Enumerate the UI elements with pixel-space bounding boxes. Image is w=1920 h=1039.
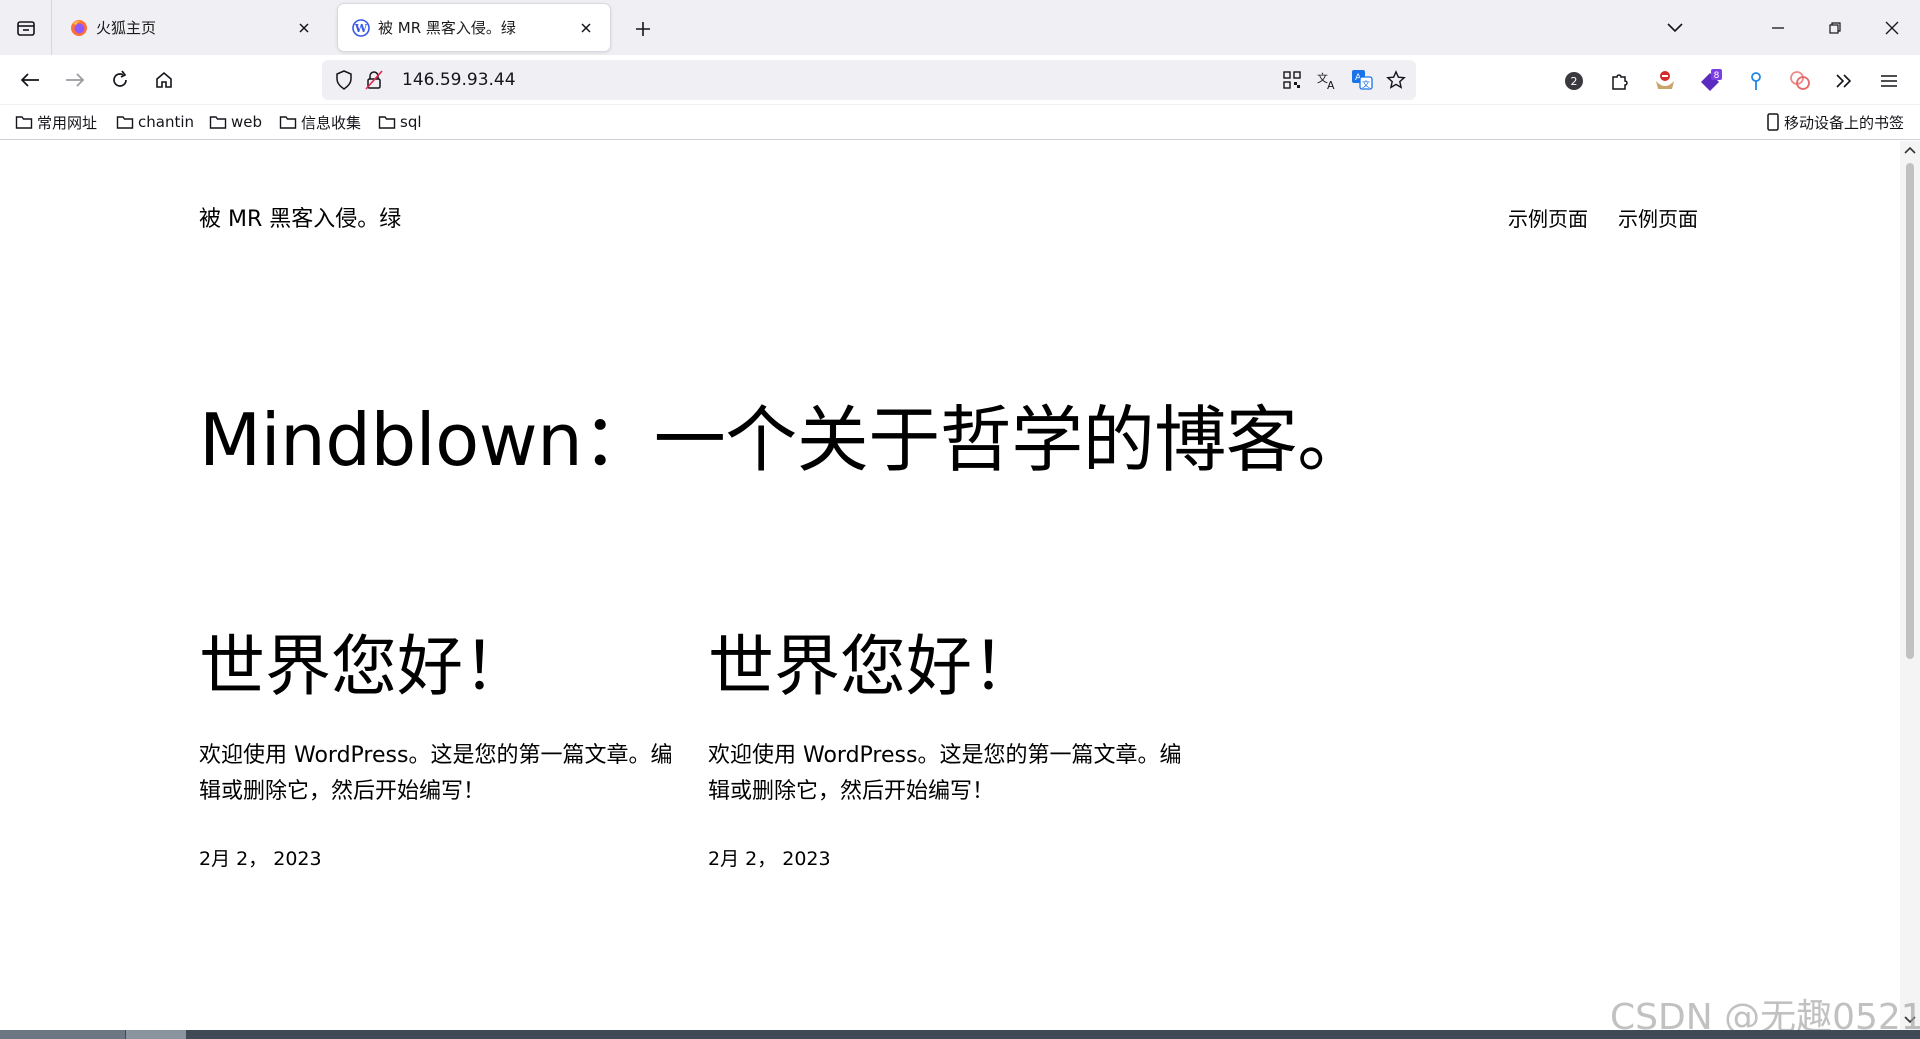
close-tab-button[interactable] <box>294 18 314 38</box>
post-date: 2月 2， 2023 <box>708 847 831 870</box>
bookmark-label: chantin <box>138 113 195 131</box>
bookmark-folder[interactable]: sql <box>378 111 422 133</box>
page-translate-icon[interactable]: A文 <box>1350 68 1374 92</box>
taskbar-item[interactable] <box>0 1030 125 1039</box>
post-excerpt: 欢迎使用 WordPress。这是您的第一篇文章。编辑或删除它，然后开始编写！ <box>199 742 673 804</box>
post-card: 世界您好！ 欢迎使用 WordPress。这是您的第一篇文章。编辑或删除它，然后… <box>708 630 1188 871</box>
post-card: 世界您好！ 欢迎使用 WordPress。这是您的第一篇文章。编辑或删除它，然后… <box>199 630 679 871</box>
close-window-button[interactable] <box>1866 0 1918 55</box>
nav-link-sample-page[interactable]: 示例页面 <box>1618 203 1698 232</box>
post-date: 2月 2， 2023 <box>199 847 322 870</box>
svg-text:A: A <box>1327 79 1335 90</box>
minimize-icon <box>1772 26 1784 29</box>
close-icon <box>1885 21 1899 34</box>
restore-button[interactable] <box>1809 0 1861 55</box>
location-pin-icon[interactable] <box>1742 67 1770 95</box>
bookmark-folder[interactable]: web <box>209 111 262 133</box>
url-text[interactable]: 146.59.93.44 <box>402 70 516 90</box>
hero-heading: Mindblown：一个关于哲学的博客。 <box>199 398 1369 482</box>
tab-hacked-site[interactable]: W 被 MR 黑客入侵。绿 <box>338 4 610 51</box>
tab-firefox-home[interactable]: 火狐主页 <box>56 4 328 51</box>
tab-title: 被 MR 黑客入侵。绿 <box>378 19 516 37</box>
bookmark-folder[interactable]: 信息收集 <box>279 111 361 133</box>
home-button[interactable] <box>147 63 181 97</box>
vertical-scrollbar[interactable] <box>1900 141 1920 1030</box>
extensions-puzzle-icon[interactable] <box>1606 67 1634 95</box>
bookmark-star-icon[interactable] <box>1384 68 1408 92</box>
close-icon <box>299 22 309 33</box>
bookmark-folder[interactable]: 常用网址 <box>15 111 97 133</box>
tab-list-icon <box>16 20 35 36</box>
plus-icon <box>636 22 650 36</box>
bookmark-label: 信息收集 <box>301 113 362 132</box>
restore-icon <box>1829 21 1841 34</box>
new-tab-button[interactable] <box>628 14 658 44</box>
arrow-right-icon <box>66 73 85 87</box>
mobile-bookmarks[interactable]: 移动设备上的书签 <box>1766 111 1904 133</box>
arrow-left-icon <box>20 73 39 87</box>
page-viewport: 被 MR 黑客入侵。绿 示例页面 示例页面 Mindblown：一个关于哲学的博… <box>0 141 1900 1030</box>
nav-link-sample-page[interactable]: 示例页面 <box>1508 203 1588 232</box>
scroll-up-arrow-icon[interactable] <box>1903 143 1917 157</box>
tab-list-button[interactable] <box>0 0 52 55</box>
tab-title: 火狐主页 <box>96 19 157 37</box>
insecure-lock-icon[interactable] <box>362 68 386 92</box>
list-all-tabs-button[interactable] <box>1649 0 1701 55</box>
folder-icon <box>209 116 227 129</box>
menu-hamburger-icon[interactable] <box>1875 67 1903 95</box>
bookmark-label: web <box>231 113 263 131</box>
navigation-toolbar: 146.59.93.44 文A A文 2 8 <box>0 55 1920 105</box>
taskbar <box>0 1030 1920 1039</box>
tab-strip: 火狐主页 W 被 MR 黑客入侵。绿 <box>0 0 1920 55</box>
more-tools-chevron-icon[interactable] <box>1830 67 1858 95</box>
qr-code-icon[interactable] <box>1280 68 1304 92</box>
post-title[interactable]: 世界您好！ <box>708 630 1188 704</box>
color-picker-extension-icon[interactable] <box>1786 67 1814 95</box>
chevron-down-icon <box>1667 22 1683 32</box>
folder-icon <box>378 116 396 129</box>
bookmark-label: 常用网址 <box>37 113 98 132</box>
folder-icon <box>279 116 297 129</box>
taskbar-item[interactable] <box>126 1030 186 1039</box>
folder-icon <box>116 116 134 129</box>
post-excerpt: 欢迎使用 WordPress。这是您的第一篇文章。编辑或删除它，然后开始编写！ <box>708 742 1182 804</box>
privacy-badge-icon[interactable]: 2 <box>1560 67 1588 95</box>
close-tab-button[interactable] <box>576 18 596 38</box>
mobile-bookmarks-label: 移动设备上的书签 <box>1784 113 1905 132</box>
address-bar[interactable]: 146.59.93.44 文A A文 <box>322 60 1416 100</box>
folder-icon <box>15 116 33 129</box>
bookmarks-toolbar: 常用网址 chantin web 信息收集 sql 移动设备上的书签 <box>0 105 1920 140</box>
firefox-icon <box>71 19 87 36</box>
scrollbar-thumb[interactable] <box>1906 163 1914 659</box>
extension-notification-count: 8 <box>1714 71 1720 81</box>
ublock-extension-icon[interactable] <box>1651 67 1679 95</box>
site-title[interactable]: 被 MR 黑客入侵。绿 <box>199 201 401 233</box>
close-icon <box>581 22 591 33</box>
bookmark-label: sql <box>400 113 422 131</box>
bookmark-folder[interactable]: chantin <box>116 111 194 133</box>
forward-button[interactable] <box>58 63 92 97</box>
post-title[interactable]: 世界您好！ <box>199 630 679 704</box>
reload-icon <box>113 70 127 87</box>
mobile-device-icon <box>1767 113 1779 131</box>
reload-button[interactable] <box>103 63 137 97</box>
browser-window: 火狐主页 W 被 MR 黑客入侵。绿 146.59.93.44 文 A A 文 … <box>0 0 1920 1039</box>
svg-text:W: W <box>354 22 368 35</box>
svg-text:文: 文 <box>1362 79 1370 89</box>
translate-icon[interactable]: 文A <box>1315 68 1339 92</box>
back-button[interactable] <box>13 63 47 97</box>
home-icon <box>156 71 172 88</box>
notifications-extension-icon[interactable]: 8 <box>1697 67 1725 95</box>
extension-badge-count: 2 <box>1571 75 1578 88</box>
shield-icon[interactable] <box>332 68 356 92</box>
wordpress-icon: W <box>352 18 370 37</box>
minimize-button[interactable] <box>1752 0 1804 55</box>
